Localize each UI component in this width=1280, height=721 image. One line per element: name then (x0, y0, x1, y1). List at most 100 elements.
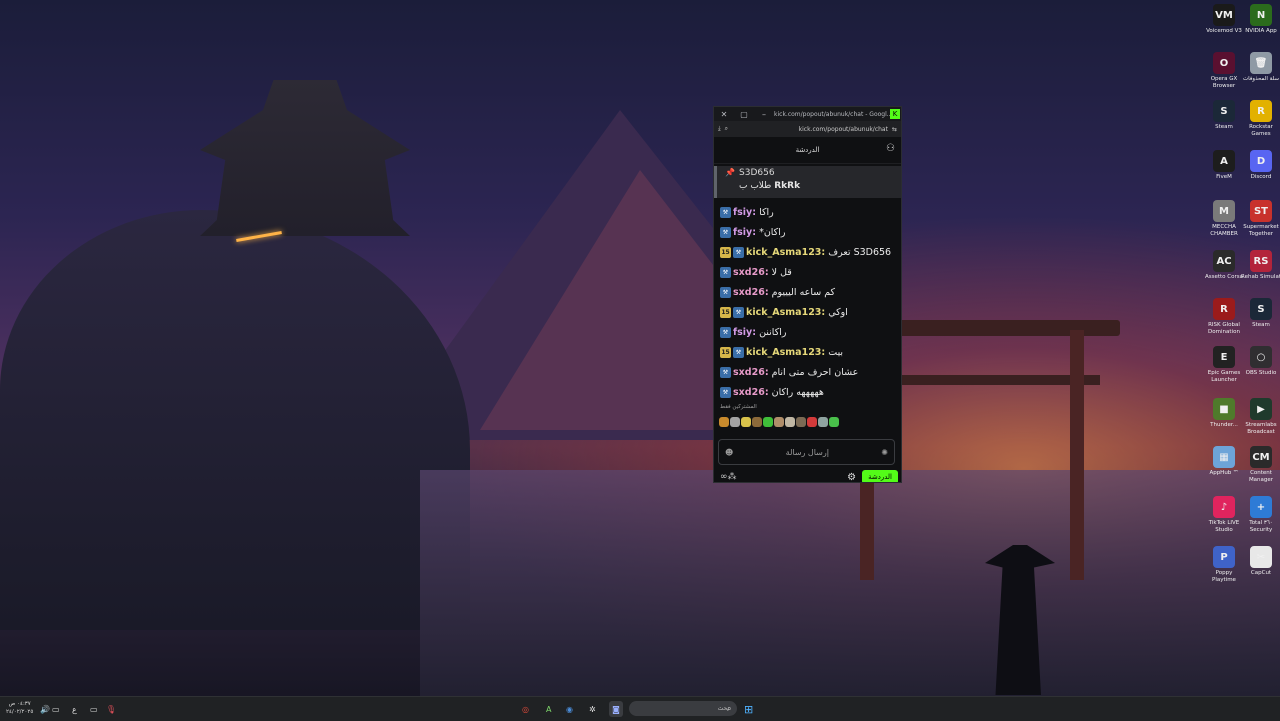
emote[interactable] (807, 417, 817, 427)
download-icon[interactable]: ⤓ (718, 125, 721, 133)
pinned-message[interactable]: 📌 S3D656 طلاب ب RkRk (714, 166, 901, 198)
chat-username[interactable]: kick_Asma123 (746, 247, 821, 258)
username-separator: : (764, 386, 769, 398)
app-icon: CM (1250, 446, 1272, 468)
desktop-shortcut[interactable]: VM Voicemod V3 (1204, 4, 1244, 35)
chat-username[interactable]: fsiy (733, 207, 752, 218)
gear-icon[interactable]: ⚙ (847, 472, 856, 483)
desktop-shortcut[interactable]: D Discord (1241, 150, 1280, 181)
desktop-shortcut-label: FiveM (1216, 174, 1232, 180)
desktop-shortcut-label: Streamlabs Broadcast (1245, 422, 1277, 435)
desktop-shortcut[interactable]: S Steam (1204, 100, 1244, 131)
desktop-shortcut[interactable]: + Total ٣٦٠ Security (1241, 496, 1280, 534)
chat-username[interactable]: kick_Asma123 (746, 307, 821, 318)
chat-message-input[interactable]: ☻ إرسال رسالة ✺ (718, 439, 895, 465)
desktop-shortcut[interactable]: R RISK Global Domination (1204, 298, 1244, 336)
desktop-shortcut[interactable]: ○ OBS Studio (1241, 346, 1280, 377)
chat-message[interactable]: ⚒ sxd26: قل لا (714, 262, 901, 282)
wallpaper-water (420, 470, 1280, 720)
chat-message[interactable]: ⚒ sxd26: هههههه راكان (714, 382, 901, 402)
desktop-shortcut[interactable]: S Steam (1241, 298, 1280, 329)
chat-username[interactable]: sxd26 (733, 387, 765, 398)
desktop-shortcut[interactable]: P Poppy Playtime (1204, 546, 1244, 584)
chat-message[interactable]: 15 ⚒ kick_Asma123: تعرف S3D656 (714, 242, 901, 262)
emote[interactable] (763, 417, 773, 427)
desktop-shortcut[interactable]: ✂ CapCut (1241, 546, 1280, 577)
taskbar-search[interactable]: بحث (629, 701, 737, 716)
chat-message[interactable]: 15 ⚒ kick_Asma123: اوكي (714, 302, 901, 322)
desktop-shortcut-label: MECCHA CHAMBER (1210, 224, 1238, 237)
desktop-shortcut[interactable]: AC Assetto Corsa (1204, 250, 1244, 281)
desktop-shortcut[interactable]: CM Content Manager (1241, 446, 1280, 484)
windows-start-icon[interactable]: ⊞ (744, 701, 753, 717)
battery-icon[interactable]: ▭ (90, 701, 98, 717)
chat-send-button[interactable]: الدردشة (862, 470, 898, 482)
desktop-shortcut[interactable]: ST Supermarket Together (1241, 200, 1280, 238)
chat-points-icon[interactable]: ∞⁂ (720, 472, 737, 482)
taskbar-app-chrome-icon[interactable]: ◉ (566, 701, 573, 717)
emote[interactable] (741, 417, 751, 427)
emote[interactable] (719, 417, 729, 427)
desktop-shortcut[interactable]: M MECCHA CHAMBER (1204, 200, 1244, 238)
chat-message[interactable]: ⚒ fsiy: راكاننن (714, 322, 901, 342)
emote[interactable] (818, 417, 828, 427)
desktop-shortcut[interactable]: ▦ AppHub ™ (1204, 446, 1244, 477)
chat-message-text: قل لا (771, 266, 792, 278)
microphone-icon[interactable]: 🎙 (106, 701, 116, 717)
emote[interactable] (730, 417, 740, 427)
site-settings-icon[interactable]: ⇆ (892, 126, 897, 133)
desktop-shortcut[interactable]: ♪ TikTok LIVE Studio (1204, 496, 1244, 534)
chat-message-text: تعرف S3D656 (828, 246, 892, 258)
chat-popup-window: ✕ ▢ – kick.com/popout/abunuk/chat - Goog… (713, 106, 902, 483)
emote[interactable] (752, 417, 762, 427)
chat-message[interactable]: ⚒ sxd26: كم ساعه اليييوم (714, 282, 901, 302)
chat-message[interactable]: ⚒ sxd26: عشان احرف متى انام (714, 362, 901, 382)
pin-icon: 📌 (725, 168, 735, 177)
chat-message-text: راكا (759, 206, 774, 218)
sparkle-icon[interactable]: ✺ (881, 448, 888, 457)
zoom-icon[interactable]: ⌕ (725, 125, 728, 133)
emoji-icon[interactable]: ☻ (725, 448, 733, 457)
desktop-shortcut[interactable]: ■ Thunder... (1204, 398, 1244, 429)
app-icon: P (1213, 546, 1235, 568)
chat-message[interactable]: 15 ⚒ kick_Asma123: بيت (714, 342, 901, 362)
chat-username[interactable]: fsiy (733, 327, 752, 338)
desktop-shortcut[interactable]: ▶ Streamlabs Broadcast (1241, 398, 1280, 436)
close-window-icon[interactable]: ✕ (714, 110, 734, 119)
desktop-shortcut[interactable]: E Epic Games Launcher (1204, 346, 1244, 384)
taskbar-app-fivem-icon[interactable]: A (546, 701, 551, 717)
taskbar-app-discord-icon[interactable]: ◙ (609, 701, 623, 717)
desktop-shortcut[interactable]: O Opera GX Browser (1204, 52, 1244, 90)
desktop-shortcut[interactable]: N NVIDIA App (1241, 4, 1280, 35)
desktop-shortcut[interactable]: 🗑 سلة المحذوفات (1241, 52, 1280, 83)
emote[interactable] (785, 417, 795, 427)
chat-username[interactable]: sxd26 (733, 267, 765, 278)
desktop-shortcut[interactable]: A FiveM (1204, 150, 1244, 181)
chat-users-icon[interactable]: ⚇ (886, 143, 895, 154)
app-icon: + (1250, 496, 1272, 518)
chat-username[interactable]: sxd26 (733, 287, 765, 298)
desktop-shortcut[interactable]: R Rockstar Games (1241, 100, 1280, 138)
chat-username[interactable]: sxd26 (733, 367, 765, 378)
taskbar-app-settings-icon[interactable]: ✲ (589, 701, 596, 717)
emote[interactable] (829, 417, 839, 427)
url-text[interactable]: kick.com/popout/abunuk/chat (732, 126, 888, 133)
emote[interactable] (774, 417, 784, 427)
wallpaper-cliff (0, 210, 470, 630)
app-icon: S (1250, 298, 1272, 320)
system-clock[interactable]: ٠٤:٣٧ ص ٢٤/٠٢/٢٠٢٥ (6, 700, 33, 716)
desktop-shortcut[interactable]: RS Rehab Simulat (1241, 250, 1280, 281)
keyboard-language[interactable]: ع (72, 701, 77, 717)
volume-icon[interactable]: 🔊 (40, 701, 50, 717)
emote[interactable] (796, 417, 806, 427)
minimize-window-icon[interactable]: – (754, 110, 774, 119)
username-separator: : (821, 306, 826, 318)
chat-message[interactable]: ⚒ fsiy: *راكان (714, 222, 901, 242)
chat-message[interactable]: ⚒ fsiy: راكا (714, 202, 901, 222)
chat-username[interactable]: kick_Asma123 (746, 347, 821, 358)
network-icon[interactable]: ▭ (52, 701, 60, 717)
taskbar-app-opera-icon[interactable]: ◎ (522, 701, 529, 717)
search-icon[interactable]: ⌕ (727, 701, 731, 717)
chat-username[interactable]: fsiy (733, 227, 752, 238)
maximize-window-icon[interactable]: ▢ (734, 110, 754, 119)
